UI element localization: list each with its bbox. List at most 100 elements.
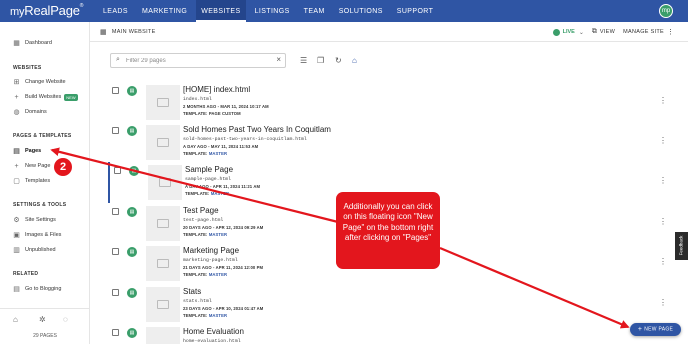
page-row-meta: A DAY AGO - APR 11, 2024 11:21 AM: [185, 184, 261, 189]
templates-icon: ▢: [13, 177, 20, 185]
document-icon: ▤: [127, 288, 137, 298]
page-row-file: sample-page.html: [185, 177, 232, 182]
nav-support[interactable]: SUPPORT: [392, 0, 439, 22]
unpublished-icon: ▥: [13, 246, 20, 254]
page-row-title[interactable]: Sold Homes Past Two Years In Coquitlam: [183, 125, 331, 134]
row-checkbox[interactable]: [112, 289, 119, 296]
sidebar-item-label: New Page: [25, 163, 51, 169]
manage-site-button[interactable]: MANAGE SITE: [623, 29, 664, 35]
sidebar: ▦ Dashboard WEBSITES ⊞ Change Website + Bui…: [0, 22, 90, 344]
page-row-template: TEMPLATE: MASTER: [185, 191, 229, 196]
chevron-down-icon[interactable]: ⌄: [579, 29, 584, 36]
dashboard-icon: ▦: [13, 39, 20, 47]
page-row-meta: 21 DAYS AGO - APR 11, 2024 12:00 PM: [183, 265, 264, 270]
search-input[interactable]: [126, 56, 266, 66]
sidebar-item-domains[interactable]: ◍ Domains: [13, 107, 47, 117]
sidebar-item-templates[interactable]: ▢ Templates: [13, 176, 50, 186]
page-row-title[interactable]: [HOME] index.html: [183, 85, 250, 94]
filter-pages-search: ⌕ ×: [110, 53, 286, 68]
page-row-meta: 23 DAYS AGO - APR 10, 2024 01:47 AM: [183, 306, 264, 311]
close-icon[interactable]: ×: [276, 55, 281, 64]
image-icon: [157, 98, 169, 107]
refresh-icon[interactable]: ↻: [335, 56, 342, 65]
table-row[interactable]: ▤ [HOME] index.html index.html 2 MONTHS …: [108, 82, 679, 123]
new-page-button[interactable]: + NEW PAGE: [630, 323, 681, 336]
page-row-file: index.html: [183, 97, 212, 102]
blog-icon: ▤: [13, 285, 20, 293]
sidebar-heading-settings: SETTINGS & TOOLS: [13, 202, 67, 208]
sidebar-item-dashboard[interactable]: ▦ Dashboard: [13, 38, 52, 48]
sidebar-item-go-blogging[interactable]: ▤ Go to Blogging: [13, 284, 61, 294]
page-row-template: TEMPLATE: MASTER: [183, 151, 227, 156]
sidebar-item-build-websites[interactable]: + Build Websites NEW: [13, 92, 78, 102]
row-checkbox[interactable]: [114, 167, 121, 174]
table-row[interactable]: ▤ Stats stats.html 23 DAYS AGO - APR 10,…: [108, 284, 679, 325]
page-row-file: test-page.html: [183, 218, 224, 223]
sidebar-item-label: Build Websites: [25, 94, 62, 100]
page-row-title[interactable]: Sample Page: [185, 165, 233, 174]
live-status[interactable]: LIVE: [563, 29, 575, 35]
table-row[interactable]: ▤ Sold Homes Past Two Years In Coquitlam…: [108, 122, 679, 163]
page-row-file: sold-homes-past-two-years-in-coquitlam.h…: [183, 137, 307, 142]
chat-icon[interactable]: ◌: [63, 315, 68, 324]
nav-listings[interactable]: LISTINGS: [250, 0, 295, 22]
sidebar-item-pages[interactable]: ▤ Pages: [13, 146, 41, 156]
sidebar-item-site-settings[interactable]: ⚙ Site Settings: [13, 215, 56, 225]
more-vertical-icon[interactable]: ⋮: [659, 298, 667, 307]
annotation-callout: Additionally you can click on this float…: [336, 192, 440, 269]
sidebar-item-label: Domains: [25, 109, 47, 115]
sidebar-item-label: Templates: [25, 178, 51, 184]
sort-icon[interactable]: ☰: [300, 56, 307, 65]
row-checkbox[interactable]: [112, 329, 119, 336]
plus-icon: +: [637, 326, 643, 333]
home-icon[interactable]: ⌂: [13, 315, 18, 324]
nav-websites[interactable]: WEBSITES: [196, 0, 246, 22]
page-row-title[interactable]: Test Page: [183, 206, 219, 215]
document-icon: ▤: [127, 247, 137, 257]
document-icon: ▤: [129, 166, 139, 176]
more-vertical-icon[interactable]: ⋮: [659, 217, 667, 226]
document-icon: ▤: [127, 86, 137, 96]
more-vertical-icon[interactable]: ⋮: [659, 257, 667, 266]
user-avatar[interactable]: mp: [659, 4, 673, 18]
feedback-tab[interactable]: Feedback: [675, 232, 688, 260]
page-row-file: marketing-page.html: [183, 258, 238, 263]
more-vertical-icon[interactable]: ⋮: [659, 136, 667, 145]
image-icon: ▣: [13, 231, 20, 239]
more-vertical-icon[interactable]: ⋮: [659, 96, 667, 105]
nav-leads[interactable]: LEADS: [98, 0, 133, 22]
logo-trademark: ®: [79, 3, 84, 9]
row-checkbox[interactable]: [112, 87, 119, 94]
sidebar-footer: ⌂ ✲ ◌ 29 PAGES: [0, 308, 90, 344]
sidebar-item-label: Dashboard: [25, 40, 52, 46]
view-button[interactable]: VIEW: [600, 29, 615, 35]
copy-icon[interactable]: ❐: [317, 56, 324, 65]
more-vertical-icon[interactable]: ⋮: [667, 28, 674, 36]
table-row[interactable]: ▤ Home Evaluation home-evaluation.html: [108, 324, 679, 344]
page-row-title[interactable]: Home Evaluation: [183, 327, 244, 336]
page-row-title[interactable]: Stats: [183, 287, 201, 296]
row-checkbox[interactable]: [112, 248, 119, 255]
sidebar-item-images-files[interactable]: ▣ Images & Files: [13, 230, 61, 240]
row-checkbox[interactable]: [112, 208, 119, 215]
sidebar-item-unpublished[interactable]: ▥ Unpublished: [13, 245, 55, 255]
template-label: TEMPLATE:: [183, 272, 208, 277]
page-row-template: TEMPLATE: MASTER: [183, 313, 227, 318]
sidebar-item-label: Images & Files: [25, 232, 62, 238]
home-icon[interactable]: ⌂: [352, 56, 357, 65]
row-checkbox[interactable]: [112, 127, 119, 134]
page-thumbnail: [146, 327, 180, 344]
nav-solutions[interactable]: SOLUTIONS: [334, 0, 388, 22]
sidebar-item-change-website[interactable]: ⊞ Change Website: [13, 77, 66, 87]
image-icon: [157, 138, 169, 147]
nav-marketing[interactable]: MARKETING: [137, 0, 192, 22]
sidebar-heading-pages: PAGES & TEMPLATES: [13, 133, 72, 139]
realpage-logo[interactable]: myRealPage®: [10, 3, 83, 19]
settings-icon[interactable]: ✲: [39, 315, 46, 324]
more-vertical-icon[interactable]: ⋮: [659, 176, 667, 185]
sidebar-item-new-page[interactable]: + New Page: [13, 161, 50, 171]
nav-team[interactable]: TEAM: [299, 0, 330, 22]
page-row-title[interactable]: Marketing Page: [183, 246, 239, 255]
template-label: TEMPLATE:: [185, 191, 210, 196]
main-nav: LEADS MARKETING WEBSITES LISTINGS TEAM S…: [98, 0, 442, 22]
